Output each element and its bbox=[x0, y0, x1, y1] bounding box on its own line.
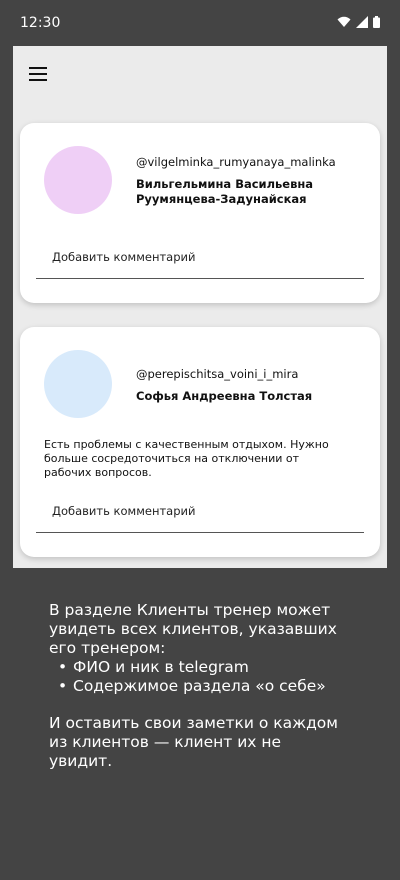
wifi-icon bbox=[337, 16, 351, 27]
client-card[interactable]: @vilgelminka_rumyanaya_malinka Вильгельм… bbox=[20, 123, 380, 303]
client-name: Вильгельмина Васильевна Руумянцева-Задун… bbox=[136, 177, 314, 206]
description-text: В разделе Клиенты тренер может увидеть в… bbox=[49, 601, 349, 771]
client-card[interactable]: @perepischitsa_voini_i_mira Софья Андрее… bbox=[20, 327, 380, 557]
description-bullet: ФИО и ник в telegram bbox=[58, 658, 349, 677]
description-bullet: Содержимое раздела «о себе» bbox=[58, 677, 349, 696]
status-time: 12:30 bbox=[20, 15, 61, 31]
client-about: Есть проблемы с качественным отдыхом. Ну… bbox=[44, 438, 329, 479]
description-outro: И оставить свои заметки о каждом из клие… bbox=[49, 714, 338, 770]
avatar bbox=[44, 146, 112, 214]
battery-icon bbox=[373, 16, 380, 28]
signal-icon bbox=[356, 16, 368, 28]
comment-input[interactable]: Добавить комментарий bbox=[52, 504, 195, 518]
description-bullets: ФИО и ник в telegram Содержимое раздела … bbox=[49, 658, 349, 696]
comment-underline bbox=[36, 532, 364, 533]
comment-underline bbox=[36, 278, 364, 279]
avatar bbox=[44, 350, 112, 418]
client-nick: @perepischitsa_voini_i_mira bbox=[136, 367, 299, 381]
hamburger-menu-icon[interactable] bbox=[27, 66, 49, 82]
status-icons bbox=[337, 16, 380, 28]
client-name: Софья Андреевна Толстая bbox=[136, 389, 313, 403]
app-screen: @vilgelminka_rumyanaya_malinka Вильгельм… bbox=[13, 46, 387, 568]
status-bar: 12:30 bbox=[0, 0, 400, 46]
client-nick: @vilgelminka_rumyanaya_malinka bbox=[136, 155, 336, 169]
description-intro: В разделе Клиенты тренер может увидеть в… bbox=[49, 601, 337, 657]
comment-input[interactable]: Добавить комментарий bbox=[52, 250, 195, 264]
